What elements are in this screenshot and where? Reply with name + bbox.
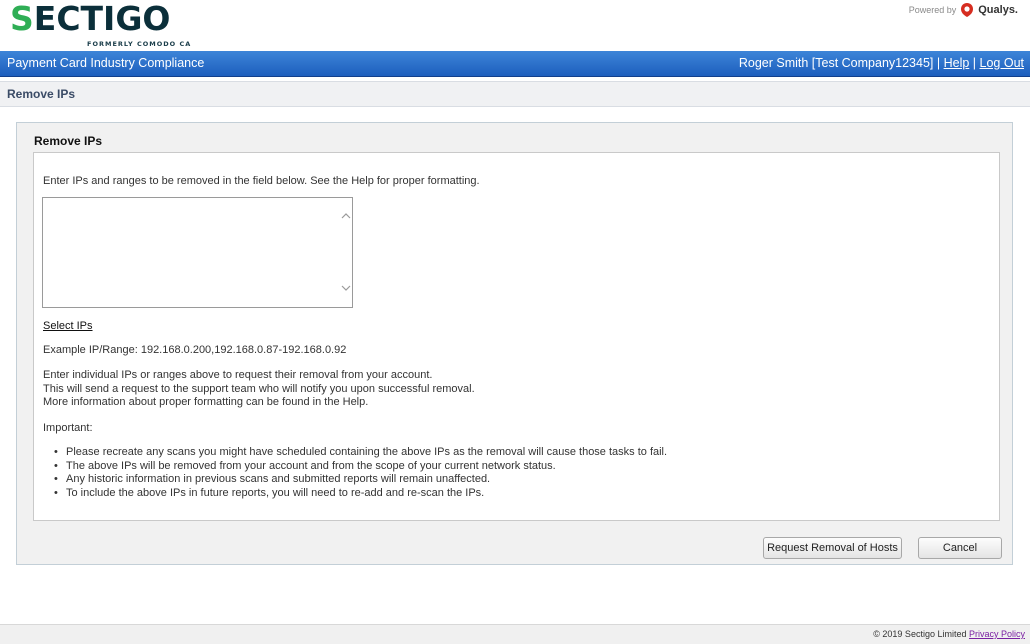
powered-by-qualys: Powered by Qualys.: [909, 2, 1018, 18]
list-item: To include the above IPs in future repor…: [54, 487, 667, 501]
intro-text: Enter IPs and ranges to be removed in th…: [43, 175, 480, 187]
ip-input-textarea[interactable]: [42, 197, 353, 308]
info-line: More information about proper formatting…: [43, 396, 369, 408]
example-text: Example IP/Range: 192.168.0.200,192.168.…: [43, 344, 347, 356]
powered-by-text: Powered by: [908, 5, 957, 15]
list-item: Please recreate any scans you might have…: [54, 446, 667, 460]
panel-body: Enter IPs and ranges to be removed in th…: [33, 152, 1000, 521]
info-line: This will send a request to the support …: [43, 382, 475, 395]
nav-separator: |: [933, 56, 944, 70]
header: SECTIGO FORMERLY COMODO CA Powered by Qu…: [0, 0, 1030, 50]
footer: © 2019 Sectigo Limited Privacy Policy: [0, 624, 1030, 644]
logout-link[interactable]: Log Out: [980, 56, 1024, 70]
app-title: Payment Card Industry Compliance: [7, 56, 205, 70]
user-name: Roger Smith [Test Company12345]: [738, 56, 934, 70]
sectigo-logo[interactable]: SECTIGO FORMERLY COMODO CA: [10, 0, 190, 49]
user-menu: Roger Smith [Test Company12345] | Help |…: [739, 56, 1024, 70]
logo-wordmark: SECTIGO: [10, 0, 171, 38]
cancel-button[interactable]: Cancel: [918, 537, 1002, 559]
select-ips-link[interactable]: Select IPs: [43, 320, 93, 332]
list-item: The above IPs will be removed from your …: [54, 460, 667, 474]
important-label: Important:: [43, 422, 93, 434]
logo-subtext: FORMERLY COMODO CA: [87, 40, 192, 48]
panel-title: Remove IPs: [34, 134, 103, 148]
nav-separator: |: [969, 56, 980, 70]
top-navbar: Payment Card Industry Compliance Roger S…: [0, 51, 1030, 77]
copyright-text: © 2019 Sectigo Limited: [873, 629, 967, 639]
list-item: Any historic information in previous sca…: [54, 473, 667, 487]
info-text: Enter individual IPs or ranges above to …: [43, 369, 475, 410]
qualys-wordmark: Qualys.: [978, 4, 1018, 16]
important-list: Please recreate any scans you might have…: [54, 446, 667, 501]
request-removal-button[interactable]: Request Removal of Hosts: [763, 537, 902, 559]
qualys-shield-icon: [961, 3, 974, 17]
footer-text: © 2019 Sectigo Limited Privacy Policy: [873, 629, 1025, 639]
help-link[interactable]: Help: [944, 56, 970, 70]
info-line: Enter individual IPs or ranges above to …: [43, 369, 433, 381]
page-title: Remove IPs: [7, 87, 76, 101]
page-title-bar: Remove IPs: [0, 81, 1030, 107]
privacy-policy-link[interactable]: Privacy Policy: [969, 629, 1025, 639]
remove-ips-panel: Remove IPs Enter IPs and ranges to be re…: [16, 122, 1013, 565]
